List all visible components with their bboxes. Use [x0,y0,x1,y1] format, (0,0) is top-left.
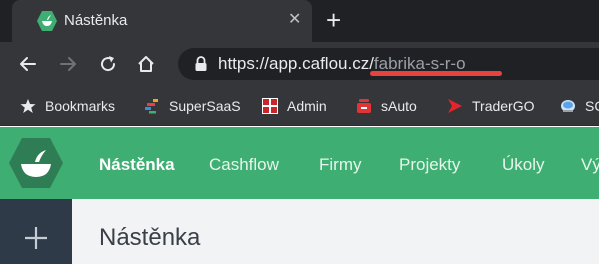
nav-firmy[interactable]: Firmy [319,155,361,175]
bookmark-bookmarks[interactable]: Bookmarks [20,96,115,116]
browser-tab-strip: Nástěnka ✕ + [0,0,599,42]
tab-close-icon[interactable]: ✕ [288,11,301,29]
supersaas-icon [145,99,158,114]
add-icon[interactable] [24,226,48,250]
nav-projekty[interactable]: Projekty [399,155,460,175]
nav-vy[interactable]: Vý [581,155,599,175]
bookmark-admin[interactable]: Admin [262,96,327,116]
page-title: Nástěnka [99,224,201,251]
bookmark-label: sAuto [381,98,417,114]
arrow-left-icon [20,57,36,71]
tradergo-icon [448,99,462,113]
sc-icon [561,100,575,112]
bookmark-label: SC [585,98,599,114]
bookmark-supersaas[interactable]: SuperSaaS [144,96,241,116]
caflou-logo-icon[interactable] [8,137,64,189]
bookmark-sauto[interactable]: sAuto [356,96,417,116]
nav-ukoly[interactable]: Úkoly [502,155,545,175]
nav-cashflow[interactable]: Cashflow [209,155,279,175]
tab-title: Nástěnka [64,12,128,29]
browser-tab[interactable]: Nástěnka ✕ [12,0,312,42]
bookmark-label: Bookmarks [45,98,116,114]
arrow-right-icon [60,57,76,71]
browser-toolbar: https://app.caflou.cz/fabrika-s-r-o [0,42,599,86]
bookmarks-bar: Bookmarks SuperSaaS Admin sAuto TraderGO… [0,86,599,126]
url-host: https://app.caflou.cz/ [218,54,374,73]
caflou-favicon-icon [37,11,57,31]
back-button[interactable] [16,52,40,76]
forward-button[interactable] [56,52,80,76]
reload-button[interactable] [96,52,120,76]
bookmark-label: TraderGO [472,98,535,114]
lock-icon[interactable] [194,56,208,72]
star-icon [20,99,36,113]
bookmark-label: SuperSaaS [169,98,241,114]
sauto-icon [357,99,371,113]
admin-icon [262,98,278,114]
bookmark-label: Admin [287,98,327,114]
nav-nastenka[interactable]: Nástěnka [99,155,175,175]
reload-icon [101,56,116,72]
home-button[interactable] [134,52,158,76]
home-icon [138,56,154,72]
annotation-underline [370,71,502,76]
new-tab-button[interactable]: + [326,6,341,34]
bookmark-sc[interactable]: SC [560,96,599,116]
bookmark-tradergo[interactable]: TraderGO [447,96,535,116]
